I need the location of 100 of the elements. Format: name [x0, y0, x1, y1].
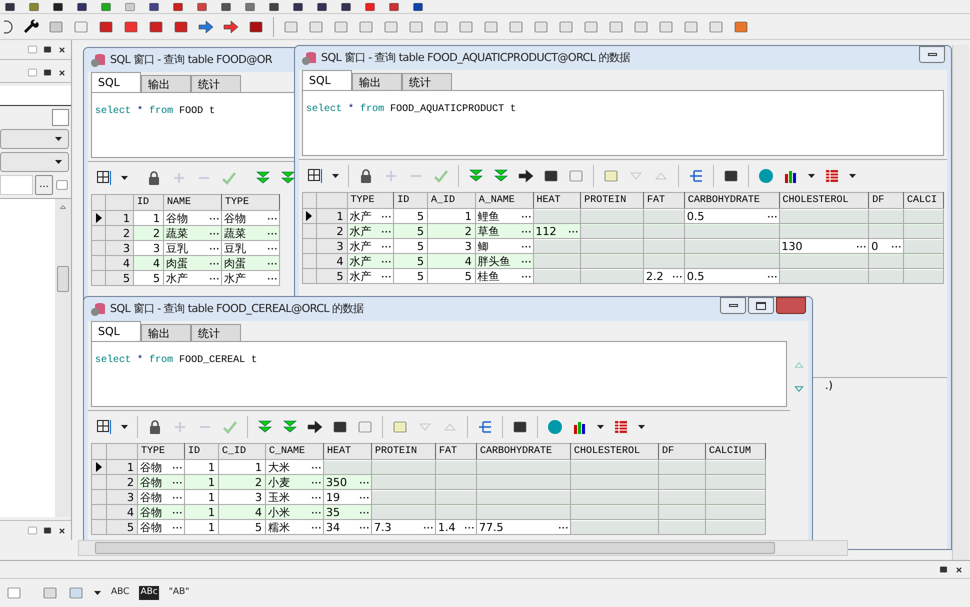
ellipsis-icon[interactable] — [268, 246, 277, 250]
row-number[interactable]: 3 — [106, 240, 134, 256]
grid-icon[interactable] — [307, 168, 323, 184]
tab[interactable]: SQL — [91, 321, 141, 341]
toolbar-icon[interactable] — [170, 1, 186, 13]
wrench-icon[interactable] — [23, 18, 39, 34]
ellipsis-icon[interactable] — [210, 216, 219, 220]
double-arrow-down-icon[interactable] — [282, 419, 298, 435]
ellipsis-icon[interactable] — [360, 526, 369, 528]
toolbar-text-button[interactable]: ABC — [111, 586, 130, 600]
column-header[interactable]: CARBOHYDRATE — [476, 444, 570, 460]
tab[interactable]: SQL — [302, 70, 352, 90]
ellipsis-icon[interactable] — [424, 526, 433, 528]
ellipsis-icon[interactable] — [522, 244, 530, 248]
maximize-button[interactable] — [748, 297, 774, 314]
ellipsis-icon[interactable] — [522, 274, 530, 278]
ellipsis-icon[interactable] — [210, 246, 219, 250]
row-number[interactable]: 4 — [106, 504, 138, 520]
grid-icon[interactable] — [96, 419, 112, 435]
ellipsis-icon[interactable] — [312, 496, 321, 498]
sql-text[interactable]: select * from FOOD_AQUATICPRODUCT t — [306, 102, 516, 117]
ellipsis-icon[interactable] — [382, 260, 392, 262]
ellipsis-icon[interactable] — [173, 510, 182, 514]
double-arrow-down-icon[interactable] — [493, 168, 509, 184]
ellipsis-icon[interactable] — [312, 526, 321, 528]
scrollbar[interactable] — [55, 199, 71, 517]
ellipsis-icon[interactable] — [210, 262, 219, 264]
row-number[interactable]: 3 — [316, 238, 347, 254]
toolbar-text-button[interactable]: "AB" — [168, 586, 190, 600]
ellipsis-icon[interactable] — [672, 274, 682, 278]
caret-icon[interactable] — [55, 137, 62, 141]
tab[interactable]: 输出 — [141, 324, 191, 341]
tab[interactable]: 输出 — [141, 75, 191, 92]
ellipsis-icon[interactable] — [268, 232, 277, 234]
toolbar-icon[interactable] — [290, 1, 306, 13]
toolbar-icon[interactable] — [314, 1, 330, 13]
toolbar-icon[interactable] — [50, 1, 66, 13]
lock-icon[interactable] — [147, 419, 163, 435]
double-arrow-down-icon[interactable] — [257, 419, 273, 435]
square-button[interactable] — [52, 109, 69, 126]
toolbar-icon[interactable] — [338, 1, 354, 13]
tab[interactable]: 统计 — [402, 73, 452, 90]
ellipsis-icon[interactable] — [312, 510, 321, 514]
caret-icon[interactable] — [121, 176, 128, 180]
column-header[interactable]: PROTEIN — [580, 192, 644, 208]
toolbar-icon[interactable] — [2, 1, 18, 13]
tab[interactable]: SQL — [91, 72, 141, 92]
checkmark-icon[interactable] — [433, 168, 449, 184]
tree-icon[interactable] — [688, 168, 704, 184]
ellipsis-icon[interactable] — [360, 510, 369, 514]
row-indicator[interactable] — [302, 208, 316, 224]
caret-icon[interactable] — [55, 160, 62, 164]
caret-icon[interactable] — [849, 174, 856, 178]
ellipsis-icon[interactable] — [382, 214, 392, 218]
toolbar-icon[interactable] — [146, 1, 162, 13]
row-number[interactable]: 5 — [106, 520, 138, 534]
toolbar-text-button[interactable]: ABc — [139, 586, 159, 600]
row-number[interactable]: 1 — [106, 460, 138, 474]
grid-icon[interactable] — [96, 170, 112, 186]
ellipsis-icon[interactable] — [559, 526, 568, 528]
ellipsis-icon[interactable] — [382, 274, 392, 278]
ellipsis-icon[interactable] — [360, 496, 369, 498]
ellipsis-icon[interactable] — [173, 480, 182, 484]
row-number[interactable]: 2 — [106, 226, 134, 240]
toolbar-icon[interactable] — [266, 1, 282, 13]
checkmark-icon[interactable] — [221, 170, 237, 186]
bar-chart-icon[interactable] — [572, 419, 588, 435]
database-icon[interactable] — [758, 168, 774, 184]
ellipsis-icon[interactable] — [312, 480, 321, 484]
column-header[interactable]: CARBOHYDRATE — [684, 192, 780, 208]
tab[interactable]: 输出 — [352, 73, 402, 90]
ellipsis-icon[interactable] — [768, 274, 777, 278]
ellipsis-icon[interactable] — [382, 244, 392, 248]
scroll-up-icon[interactable] — [58, 203, 68, 211]
tab[interactable]: 统计 — [191, 324, 241, 341]
ellipsis-icon[interactable] — [522, 214, 530, 218]
ellipsis-icon[interactable] — [768, 214, 777, 218]
ellipsis-icon[interactable] — [210, 276, 219, 280]
toolbar-icon[interactable] — [218, 1, 234, 13]
caret-icon[interactable] — [638, 425, 645, 429]
row-number[interactable]: 1 — [316, 208, 347, 224]
row-number[interactable]: 5 — [106, 270, 134, 286]
arrow-right-icon[interactable] — [223, 18, 239, 34]
table-icon[interactable] — [613, 419, 629, 435]
scroll-thumb[interactable] — [57, 266, 69, 292]
caret-icon[interactable] — [808, 174, 815, 178]
row-indicator[interactable] — [92, 460, 106, 474]
browse-button[interactable]: ... — [35, 175, 53, 195]
toolbar-icon[interactable] — [74, 1, 90, 13]
double-arrow-down-icon[interactable] — [468, 168, 484, 184]
input-field[interactable] — [0, 175, 33, 195]
caret-icon[interactable] — [332, 174, 339, 178]
tab[interactable]: 统计 — [191, 75, 241, 92]
ellipsis-icon[interactable] — [569, 230, 578, 232]
ellipsis-icon[interactable] — [173, 526, 182, 528]
minimize-button[interactable] — [919, 46, 945, 63]
row-number[interactable]: 1 — [106, 210, 134, 226]
column-header[interactable]: CHOLESTEROL — [779, 192, 869, 208]
column-header[interactable]: CHOLESTEROL — [570, 444, 658, 460]
ellipsis-icon[interactable] — [268, 276, 277, 280]
